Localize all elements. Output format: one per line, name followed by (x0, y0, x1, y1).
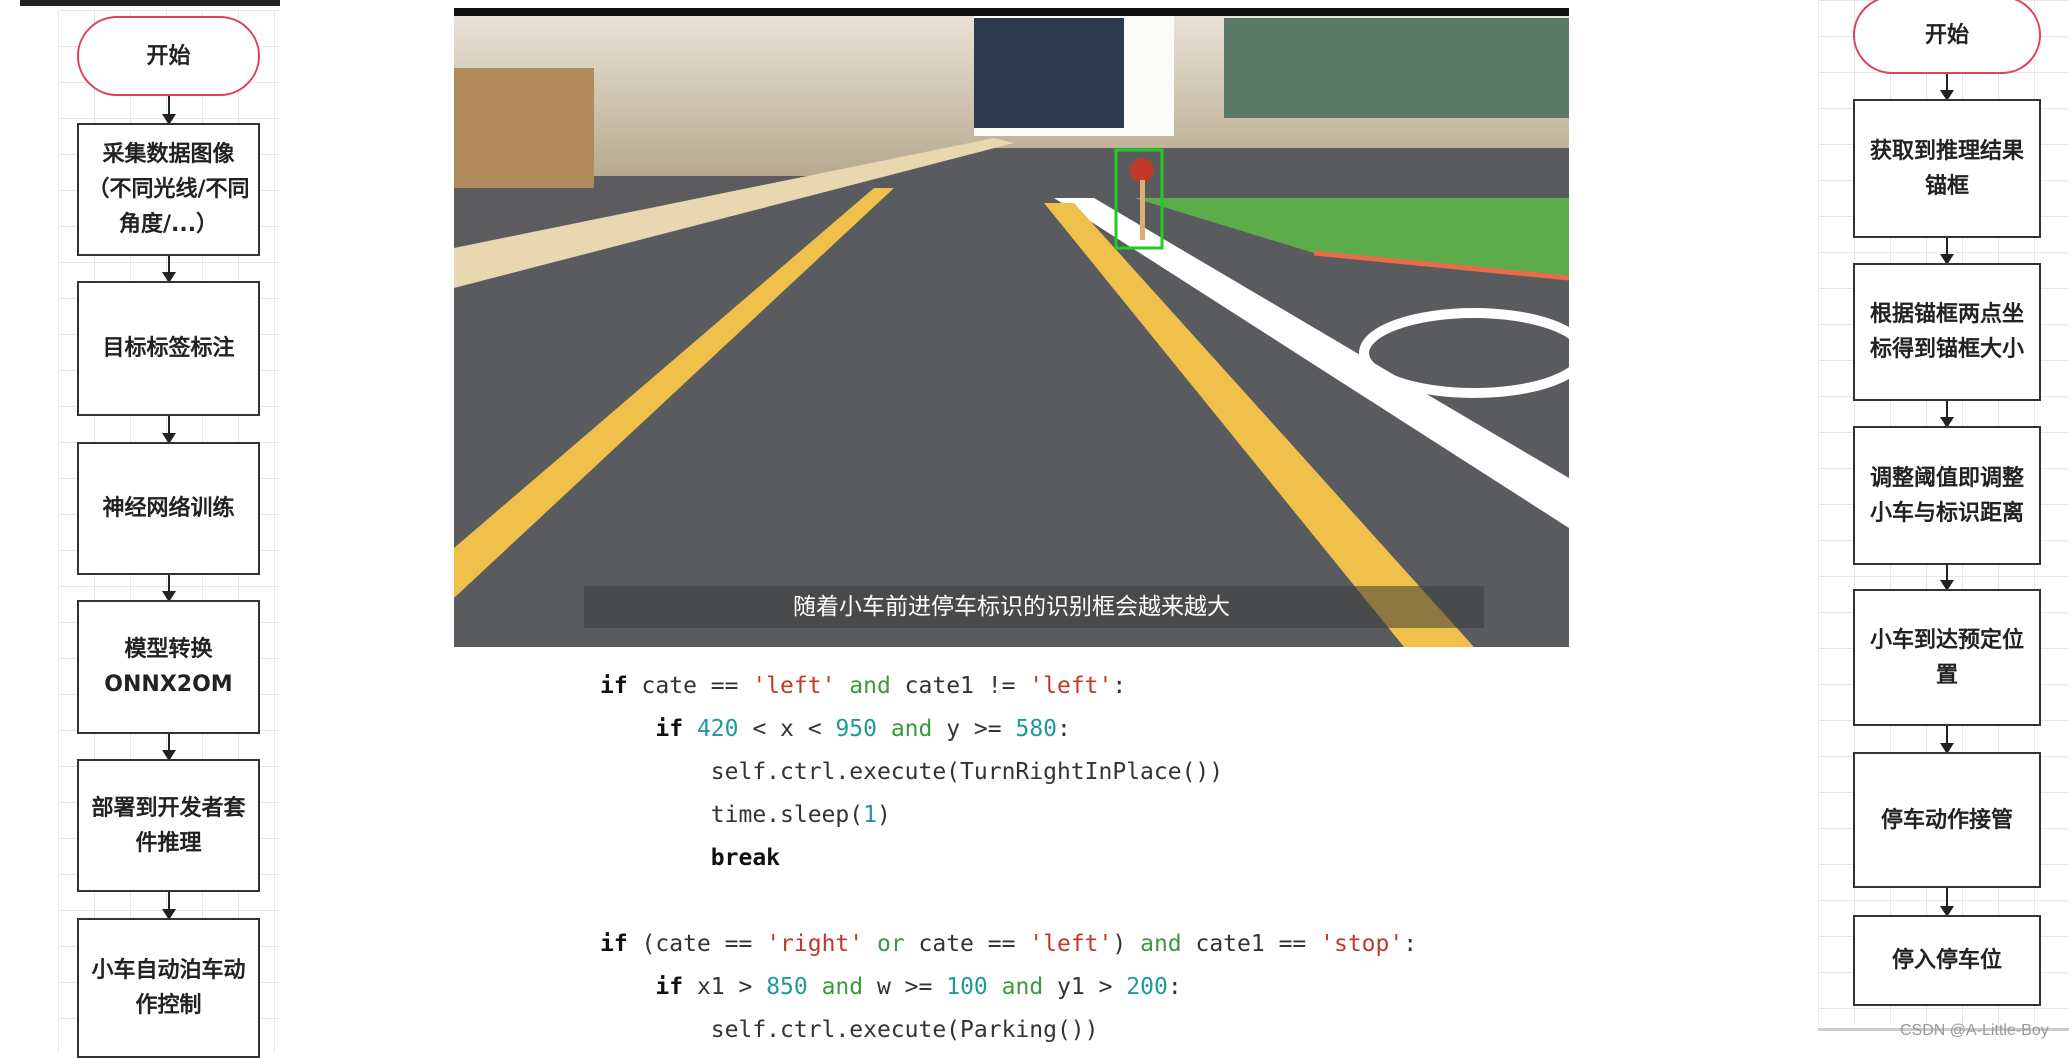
right-start-node: 开始 (1853, 0, 2041, 74)
code-token: w >= (876, 974, 947, 1000)
code-line: break (600, 837, 1417, 880)
code-line: if cate == 'left' and cate1 != 'left': (600, 665, 1417, 708)
code-token: : (1403, 931, 1418, 957)
code-token: and (987, 974, 1058, 1000)
right-step-2: 根据锚框两点坐标得到锚框大小 (1853, 263, 2041, 401)
code-token: 'stop' (1320, 931, 1404, 957)
code-token: if (600, 931, 628, 957)
code-token: and (876, 716, 947, 742)
video-subtitle: 随着小车前进停车标识的识别框会越来越大 (793, 594, 1230, 620)
code-token: 'left' (1029, 931, 1113, 957)
code-token: < x < (738, 716, 836, 742)
right-flowchart: 开始 获取到推理结果锚框 根据锚框两点坐标得到锚框大小 调整阈值即调整小车与标识… (1818, 0, 2069, 1025)
arrow (162, 96, 176, 125)
code-token: 1 (863, 802, 877, 828)
left-step-4: 模型转换ONNX2OM (77, 600, 260, 734)
left-step-2: 目标标签标注 (77, 281, 260, 416)
code-token: self.ctrl.execute(Parking()) (600, 1017, 1099, 1043)
left-start-node: 开始 (77, 16, 260, 96)
code-token: time.sleep( (600, 802, 864, 828)
video-frame[interactable]: 随着小车前进停车标识的识别框会越来越大 (454, 8, 1569, 647)
code-token: self.ctrl.execute(TurnRightInPlace()) (600, 759, 1224, 785)
right-step-1: 获取到推理结果锚框 (1853, 99, 2041, 238)
code-token: if (600, 673, 628, 699)
right-step-6: 停入停车位 (1853, 915, 2041, 1006)
arrow (1940, 238, 1954, 265)
code-token: 'left' (1029, 673, 1113, 699)
code-line: time.sleep(1) (600, 794, 1417, 837)
code-token: cate1 == (1181, 931, 1321, 957)
code-token: 100 (946, 974, 988, 1000)
code-token: 'left' (752, 673, 836, 699)
code-token: 'right' (766, 931, 864, 957)
code-token: : (1112, 673, 1127, 699)
code-token: 200 (1126, 974, 1168, 1000)
left-step-3: 神经网络训练 (77, 442, 260, 575)
code-line: if 420 < x < 950 and y >= 580: (600, 708, 1417, 751)
arrow (162, 416, 176, 444)
left-step-5: 部署到开发者套件推理 (77, 759, 260, 892)
code-token: cate == (918, 931, 1030, 957)
left-step-1: 采集数据图像（不同光线/不同角度/...） (77, 123, 260, 256)
code-token: (cate == (627, 931, 767, 957)
code-token: and (835, 673, 905, 699)
code-token: cate1 != (904, 673, 1030, 699)
arrow (1940, 565, 1954, 591)
code-token: ) (1112, 931, 1141, 957)
header-fragment (20, 0, 280, 6)
arrow (1940, 888, 1954, 917)
arrow (1940, 726, 1954, 754)
code-token: break (710, 845, 781, 871)
code-token: y1 > (1057, 974, 1127, 1000)
code-token: 420 (696, 716, 739, 742)
watermark: CSDN @A-Little-Boy (1900, 1022, 2049, 1039)
code-token: and (1140, 931, 1182, 957)
code-token: or (863, 931, 919, 957)
code-line: self.ctrl.execute(TurnRightInPlace()) (600, 751, 1417, 794)
code-token: and (807, 974, 877, 1000)
left-step-6: 小车自动泊车动作控制 (77, 918, 260, 1058)
left-flowchart: 开始 采集数据图像（不同光线/不同角度/...） 目标标签标注 神经网络训练 模… (58, 10, 281, 1058)
arrow (162, 734, 176, 761)
code-token: if (655, 974, 684, 1000)
code-block: if cate == 'left' and cate1 != 'left': i… (600, 665, 1417, 1052)
right-step-4: 小车到达预定位置 (1853, 589, 2041, 726)
code-line: if (cate == 'right' or cate == 'left') a… (600, 923, 1417, 966)
code-token: 580 (1015, 716, 1058, 742)
code-token: 950 (835, 716, 877, 742)
code-token: x1 > (683, 974, 767, 1000)
code-token: : (1057, 716, 1071, 742)
code-token: : (1167, 974, 1182, 1000)
code-line: self.ctrl.execute(Parking()) (600, 1009, 1417, 1052)
road-scene (454, 8, 1569, 647)
code-token: y >= (946, 716, 1016, 742)
arrow (162, 256, 176, 283)
code-line: if x1 > 850 and w >= 100 and y1 > 200: (600, 966, 1417, 1009)
code-token: if (655, 716, 684, 742)
arrow (1940, 74, 1954, 101)
code-token: cate == (627, 673, 753, 699)
right-step-3: 调整阈值即调整小车与标识距离 (1853, 426, 2041, 565)
right-step-5: 停车动作接管 (1853, 752, 2041, 888)
arrow (162, 892, 176, 920)
code-token: 850 (766, 974, 808, 1000)
arrow (162, 575, 176, 602)
code-token: ) (876, 802, 891, 828)
arrow (1940, 401, 1954, 428)
